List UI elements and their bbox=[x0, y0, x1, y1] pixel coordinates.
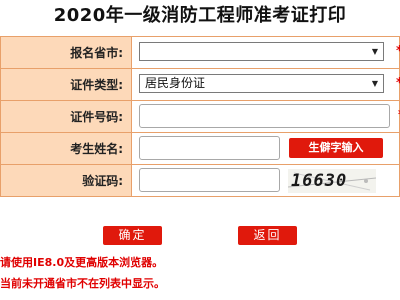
admission-form: 报名省市: ▼ * 证件类型: 居民身份证 ▼ * 证件号码: * 考生姓名: bbox=[0, 36, 400, 197]
id-number-input[interactable] bbox=[139, 104, 390, 128]
captcha-label: 验证码: bbox=[0, 164, 132, 197]
confirm-button[interactable]: 确定 bbox=[103, 226, 162, 245]
name-input[interactable] bbox=[139, 136, 280, 160]
browser-notice: 请使用IE8.0及更高版本浏览器。 bbox=[0, 256, 164, 269]
dropdown-arrow-icon[interactable]: ▼ bbox=[367, 43, 383, 60]
captcha-input[interactable] bbox=[139, 168, 280, 192]
id-type-select[interactable]: 居民身份证 ▼ bbox=[139, 74, 384, 93]
province-label: 报名省市: bbox=[0, 36, 132, 69]
rare-char-input-button[interactable]: 生僻字输入 bbox=[289, 138, 383, 158]
form-row-id-number: 证件号码: * bbox=[0, 100, 400, 133]
back-button[interactable]: 返回 bbox=[238, 226, 297, 245]
province-select[interactable]: ▼ bbox=[139, 42, 384, 61]
province-notice: 当前未开通省市不在列表中显示。 bbox=[0, 277, 165, 290]
form-row-name: 考生姓名: 生僻字输入 bbox=[0, 132, 400, 165]
required-mark: * bbox=[396, 77, 400, 91]
id-type-label: 证件类型: bbox=[0, 68, 132, 101]
id-type-select-value: 居民身份证 bbox=[145, 76, 206, 90]
id-number-label: 证件号码: bbox=[0, 100, 132, 133]
form-row-province: 报名省市: ▼ * bbox=[0, 36, 400, 69]
form-row-captcha: 验证码: 16630 bbox=[0, 164, 400, 197]
dropdown-arrow-icon[interactable]: ▼ bbox=[367, 75, 383, 92]
name-label: 考生姓名: bbox=[0, 132, 132, 165]
form-row-id-type: 证件类型: 居民身份证 ▼ * bbox=[0, 68, 400, 101]
captcha-image[interactable]: 16630 bbox=[288, 169, 376, 193]
required-mark: * bbox=[396, 45, 400, 59]
page-title: 2020年一级消防工程师准考证打印 bbox=[53, 5, 347, 26]
captcha-text: 16630 bbox=[291, 171, 348, 191]
